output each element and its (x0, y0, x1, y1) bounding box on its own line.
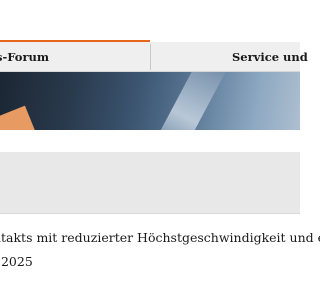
header-top-area (0, 0, 300, 40)
notice-line-2: .2025 (0, 254, 33, 269)
banner-highlight-stripe (150, 72, 230, 130)
main-navigation: s-Forum Service und (0, 42, 308, 72)
nav-item-service[interactable]: Service und (232, 42, 308, 72)
nav-item-forum[interactable]: s-Forum (0, 42, 49, 72)
hero-banner-image (0, 72, 300, 130)
banner-orange-accent (0, 105, 37, 130)
spacer (0, 130, 300, 152)
nav-divider (150, 44, 151, 70)
service-notice-text: ltakts mit reduzierter Höchstgeschwindig… (0, 226, 320, 274)
notice-line-1: ltakts mit reduzierter Höchstgeschwindig… (0, 230, 320, 245)
content-panel (0, 152, 300, 214)
